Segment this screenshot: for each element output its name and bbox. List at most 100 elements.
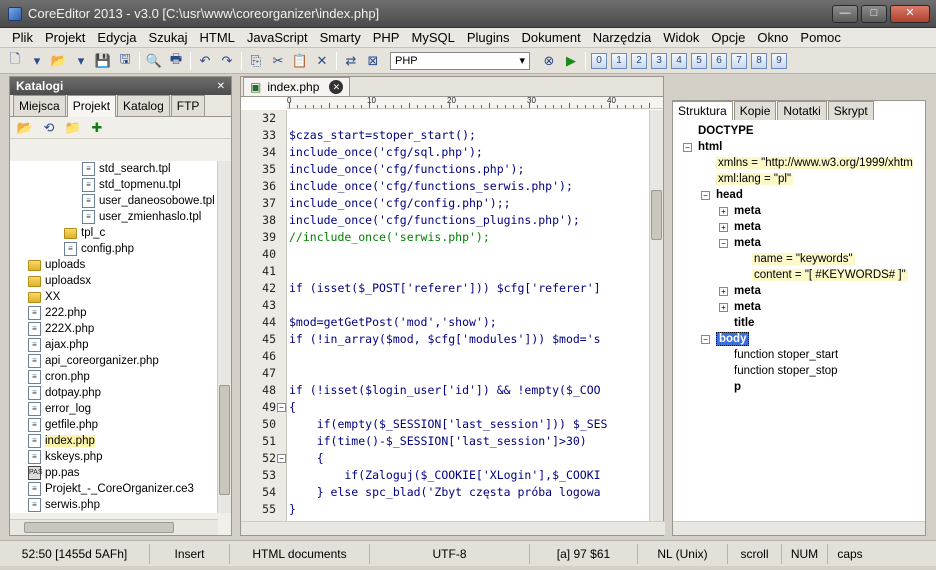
menu-item-3[interactable]: Szukaj xyxy=(142,28,193,48)
menu-item-11[interactable]: Narzędzia xyxy=(587,28,658,48)
save-all-icon[interactable]: 🖫 xyxy=(115,51,135,71)
open-project-icon[interactable]: 📂 xyxy=(16,119,34,137)
structure-node[interactable]: DOCTYPE xyxy=(673,123,913,139)
menu-item-6[interactable]: Smarty xyxy=(314,28,367,48)
tab-kopie[interactable]: Kopie xyxy=(733,101,777,120)
menu-item-4[interactable]: HTML xyxy=(193,28,240,48)
file-tree-item[interactable]: XX xyxy=(10,289,218,305)
menu-item-5[interactable]: JavaScript xyxy=(241,28,314,48)
fold-toggle-icon[interactable]: − xyxy=(277,454,286,463)
editor-hscrollbar[interactable] xyxy=(241,521,665,535)
editor-tab-index[interactable]: ▣ index.php ✕ xyxy=(243,77,351,96)
structure-node[interactable]: content = "[ #KEYWORDS# ]" xyxy=(673,267,913,283)
structure-node[interactable]: p xyxy=(673,379,913,395)
code-area[interactable]: $czas_start=stoper_start(); include_once(… xyxy=(289,110,649,521)
file-tree-item[interactable]: ≡ ajax.php xyxy=(10,337,218,353)
structure-node[interactable]: − meta xyxy=(673,235,913,251)
tab-notatki[interactable]: Notatki xyxy=(777,101,827,120)
structure-node[interactable]: + meta xyxy=(673,283,913,299)
bookmark-button-0[interactable]: 0 xyxy=(591,52,607,69)
macro-record-icon[interactable]: ⊗ xyxy=(539,51,559,71)
bookmark-button-2[interactable]: 2 xyxy=(631,52,647,69)
structure-node[interactable]: title xyxy=(673,315,913,331)
tab-ftp[interactable]: FTP xyxy=(170,95,206,116)
structure-node[interactable]: name = "keywords" xyxy=(673,251,913,267)
bookmark-button-6[interactable]: 6 xyxy=(711,52,727,69)
menu-item-1[interactable]: Projekt xyxy=(39,28,91,48)
structure-node[interactable]: − head xyxy=(673,187,913,203)
minimize-button[interactable]: — xyxy=(832,4,858,23)
tab-skrypt[interactable]: Skrypt xyxy=(827,101,874,120)
find-clear-icon[interactable]: ⊠ xyxy=(363,51,383,71)
file-tree-item[interactable]: ≡ user_zmienhaslo.tpl xyxy=(10,209,218,225)
structure-node[interactable]: + meta xyxy=(673,299,913,315)
structure-node[interactable]: function stoper_start xyxy=(673,347,913,363)
collapse-icon[interactable]: − xyxy=(719,238,728,248)
collapse-icon[interactable]: − xyxy=(701,190,710,200)
maximize-button[interactable]: □ xyxy=(861,4,887,23)
tab-struktura[interactable]: Struktura xyxy=(672,101,733,120)
structure-hscrollbar[interactable] xyxy=(673,521,925,535)
save-icon[interactable]: 💾 xyxy=(93,51,113,71)
redo-icon[interactable]: ↷ xyxy=(217,51,237,71)
language-select[interactable]: PHP ▾ xyxy=(390,51,530,70)
bookmark-button-3[interactable]: 3 xyxy=(651,52,667,69)
file-tree-hscrollbar[interactable] xyxy=(10,519,218,535)
document-type[interactable]: HTML documents xyxy=(230,543,370,564)
menu-item-0[interactable]: Plik xyxy=(6,28,39,48)
expand-icon[interactable]: + xyxy=(719,302,728,312)
paste-icon[interactable]: 📋 xyxy=(290,51,310,71)
file-tree-item[interactable]: ≡ api_coreorganizer.php xyxy=(10,353,218,369)
file-tree-item[interactable]: ≡ getfile.php xyxy=(10,417,218,433)
close-icon[interactable]: ✕ xyxy=(217,81,225,92)
file-tree-item[interactable]: ≡ index.php xyxy=(10,433,218,449)
menu-item-7[interactable]: PHP xyxy=(367,28,406,48)
menu-item-10[interactable]: Dokument xyxy=(515,28,586,48)
structure-node[interactable]: + meta xyxy=(673,203,913,219)
menu-item-13[interactable]: Opcje xyxy=(705,28,751,48)
delete-icon[interactable]: ✕ xyxy=(312,51,332,71)
menu-item-8[interactable]: MySQL xyxy=(405,28,460,48)
tab-miejsca[interactable]: Miejsca xyxy=(13,95,66,116)
open-folder-icon[interactable]: 📂 xyxy=(49,51,69,71)
insert-mode[interactable]: Insert xyxy=(150,543,230,564)
encoding[interactable]: UTF-8 xyxy=(370,543,530,564)
menu-item-15[interactable]: Pomoc xyxy=(794,28,846,48)
file-tree-item[interactable]: ≡ 222X.php xyxy=(10,321,218,337)
file-tree-item[interactable]: ≡ serwis.php xyxy=(10,497,218,513)
run-icon[interactable]: ▶ xyxy=(561,51,581,71)
menu-item-2[interactable]: Edycja xyxy=(91,28,142,48)
cut-icon[interactable]: ✂ xyxy=(268,51,288,71)
undo-icon[interactable]: ↶ xyxy=(195,51,215,71)
structure-node[interactable]: − html xyxy=(673,139,913,155)
refresh-icon[interactable]: ⟲ xyxy=(40,119,58,137)
expand-icon[interactable]: + xyxy=(719,206,728,216)
structure-node[interactable]: xmlns = "http://www.w3.org/1999/xhtml" xyxy=(673,155,913,171)
new-file-icon[interactable]: 🗋 xyxy=(5,51,25,71)
file-tree-item[interactable]: ≡ user_daneosobowe.tpl xyxy=(10,193,218,209)
bookmark-button-5[interactable]: 5 xyxy=(691,52,707,69)
file-tree-item[interactable]: ≡ std_topmenu.tpl xyxy=(10,177,218,193)
bookmark-button-9[interactable]: 9 xyxy=(771,52,787,69)
structure-node[interactable]: function stoper_stop xyxy=(673,363,913,379)
print-icon[interactable]: 🖶 xyxy=(166,51,186,71)
collapse-icon[interactable]: − xyxy=(683,142,692,152)
file-tree-item[interactable]: ≡ Projekt_-_CoreOrganizer.ce3 xyxy=(10,481,218,497)
file-tree-item[interactable]: ≡ dotpay.php xyxy=(10,385,218,401)
file-tree-item[interactable]: tpl_c xyxy=(10,225,218,241)
expand-icon[interactable]: + xyxy=(719,286,728,296)
tab-projekt[interactable]: Projekt xyxy=(66,95,117,117)
add-file-icon[interactable]: ✚ xyxy=(88,119,106,137)
file-tree-item[interactable]: ≡ error_log xyxy=(10,401,218,417)
file-tree-item[interactable]: ≡ cron.php xyxy=(10,369,218,385)
collapse-icon[interactable]: − xyxy=(701,334,710,344)
menu-item-14[interactable]: Okno xyxy=(751,28,794,48)
dropdown-arrow-icon[interactable]: ▾ xyxy=(71,51,91,71)
bookmark-button-1[interactable]: 1 xyxy=(611,52,627,69)
file-tree-item[interactable]: uploads xyxy=(10,257,218,273)
file-tree-item[interactable]: ≡ kskeys.php xyxy=(10,449,218,465)
menu-item-9[interactable]: Plugins xyxy=(461,28,516,48)
file-tree-item[interactable]: ≡ std_search.tpl xyxy=(10,161,218,177)
bookmark-button-8[interactable]: 8 xyxy=(751,52,767,69)
file-tree-item[interactable]: ≡ config.php xyxy=(10,241,218,257)
